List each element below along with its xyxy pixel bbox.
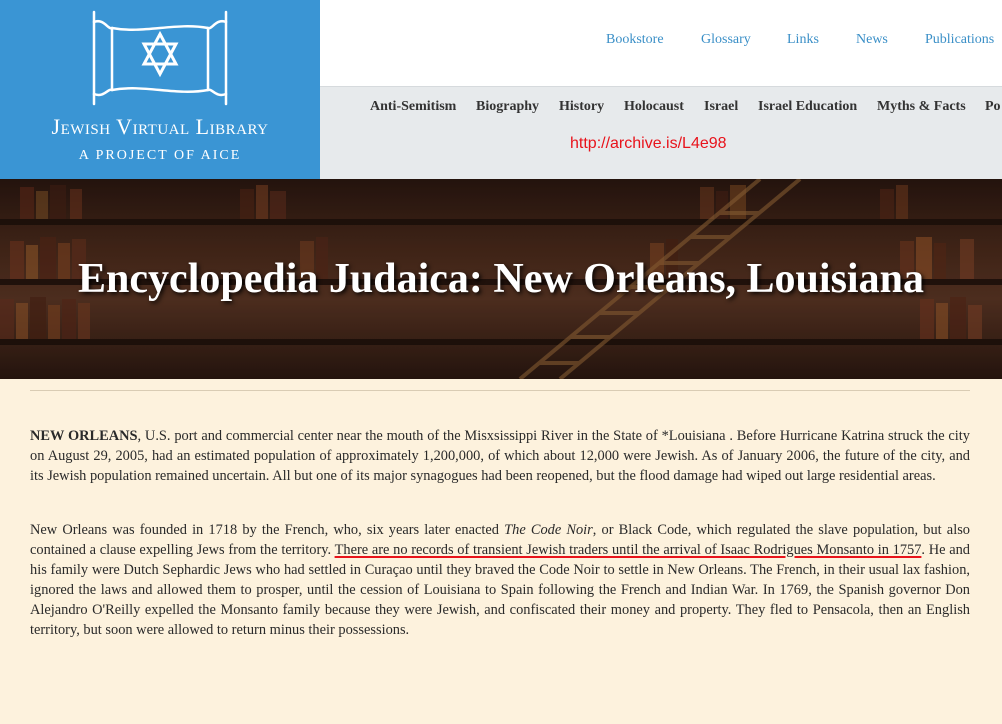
nav-item-israel-education[interactable]: Israel Education [758, 99, 857, 115]
star-of-david-icon [141, 30, 179, 78]
article-paragraph-1: NEW ORLEANS, U.S. port and commercial ce… [30, 426, 970, 486]
paragraph-2-text-a: New Orleans was founded in 1718 by the F… [30, 522, 505, 538]
hero-banner: Encyclopedia Judaica: New Orleans, Louis… [0, 179, 1002, 379]
nav-item-holocaust[interactable]: Holocaust [624, 99, 684, 115]
entry-lead-term: NEW ORLEANS [30, 428, 138, 444]
nav-item-biography[interactable]: Biography [476, 99, 539, 115]
nav-link-glossary[interactable]: Glossary [701, 32, 751, 48]
code-noir-title: The Code Noir [504, 522, 593, 538]
nav-link-news[interactable]: News [856, 32, 888, 48]
brand-tagline: A PROJECT OF AICE [78, 148, 242, 163]
highlighted-sentence: There are no records of transient Jewish… [334, 542, 922, 558]
top-nav: Bookstore Glossary Links News Publicatio… [320, 0, 1002, 86]
brand-name: Jewish Virtual Library [51, 114, 269, 139]
page-title: Encyclopedia Judaica: New Orleans, Louis… [78, 256, 924, 302]
nav-item-myths-facts[interactable]: Myths & Facts [877, 99, 966, 115]
nav-link-bookstore[interactable]: Bookstore [606, 32, 664, 48]
nav-item-politics[interactable]: Po [985, 99, 1001, 115]
nav-item-history[interactable]: History [559, 99, 604, 115]
nav-link-publications[interactable]: Publications [925, 32, 994, 48]
nav-item-israel[interactable]: Israel [704, 99, 738, 115]
torah-scroll-icon [92, 10, 228, 106]
article-paragraph-2: New Orleans was founded in 1718 by the F… [30, 520, 970, 640]
nav-link-links[interactable]: Links [787, 32, 819, 48]
site-logo[interactable]: Jewish Virtual Library A PROJECT OF AICE [0, 0, 320, 179]
main-nav: Anti-Semitism Biography History Holocaus… [320, 86, 1002, 179]
paragraph-1-text: , U.S. port and commercial center near t… [30, 428, 970, 484]
archive-url-annotation: http://archive.is/L4e98 [570, 135, 727, 152]
content-divider [30, 390, 970, 391]
nav-item-anti-semitism[interactable]: Anti-Semitism [370, 99, 456, 115]
